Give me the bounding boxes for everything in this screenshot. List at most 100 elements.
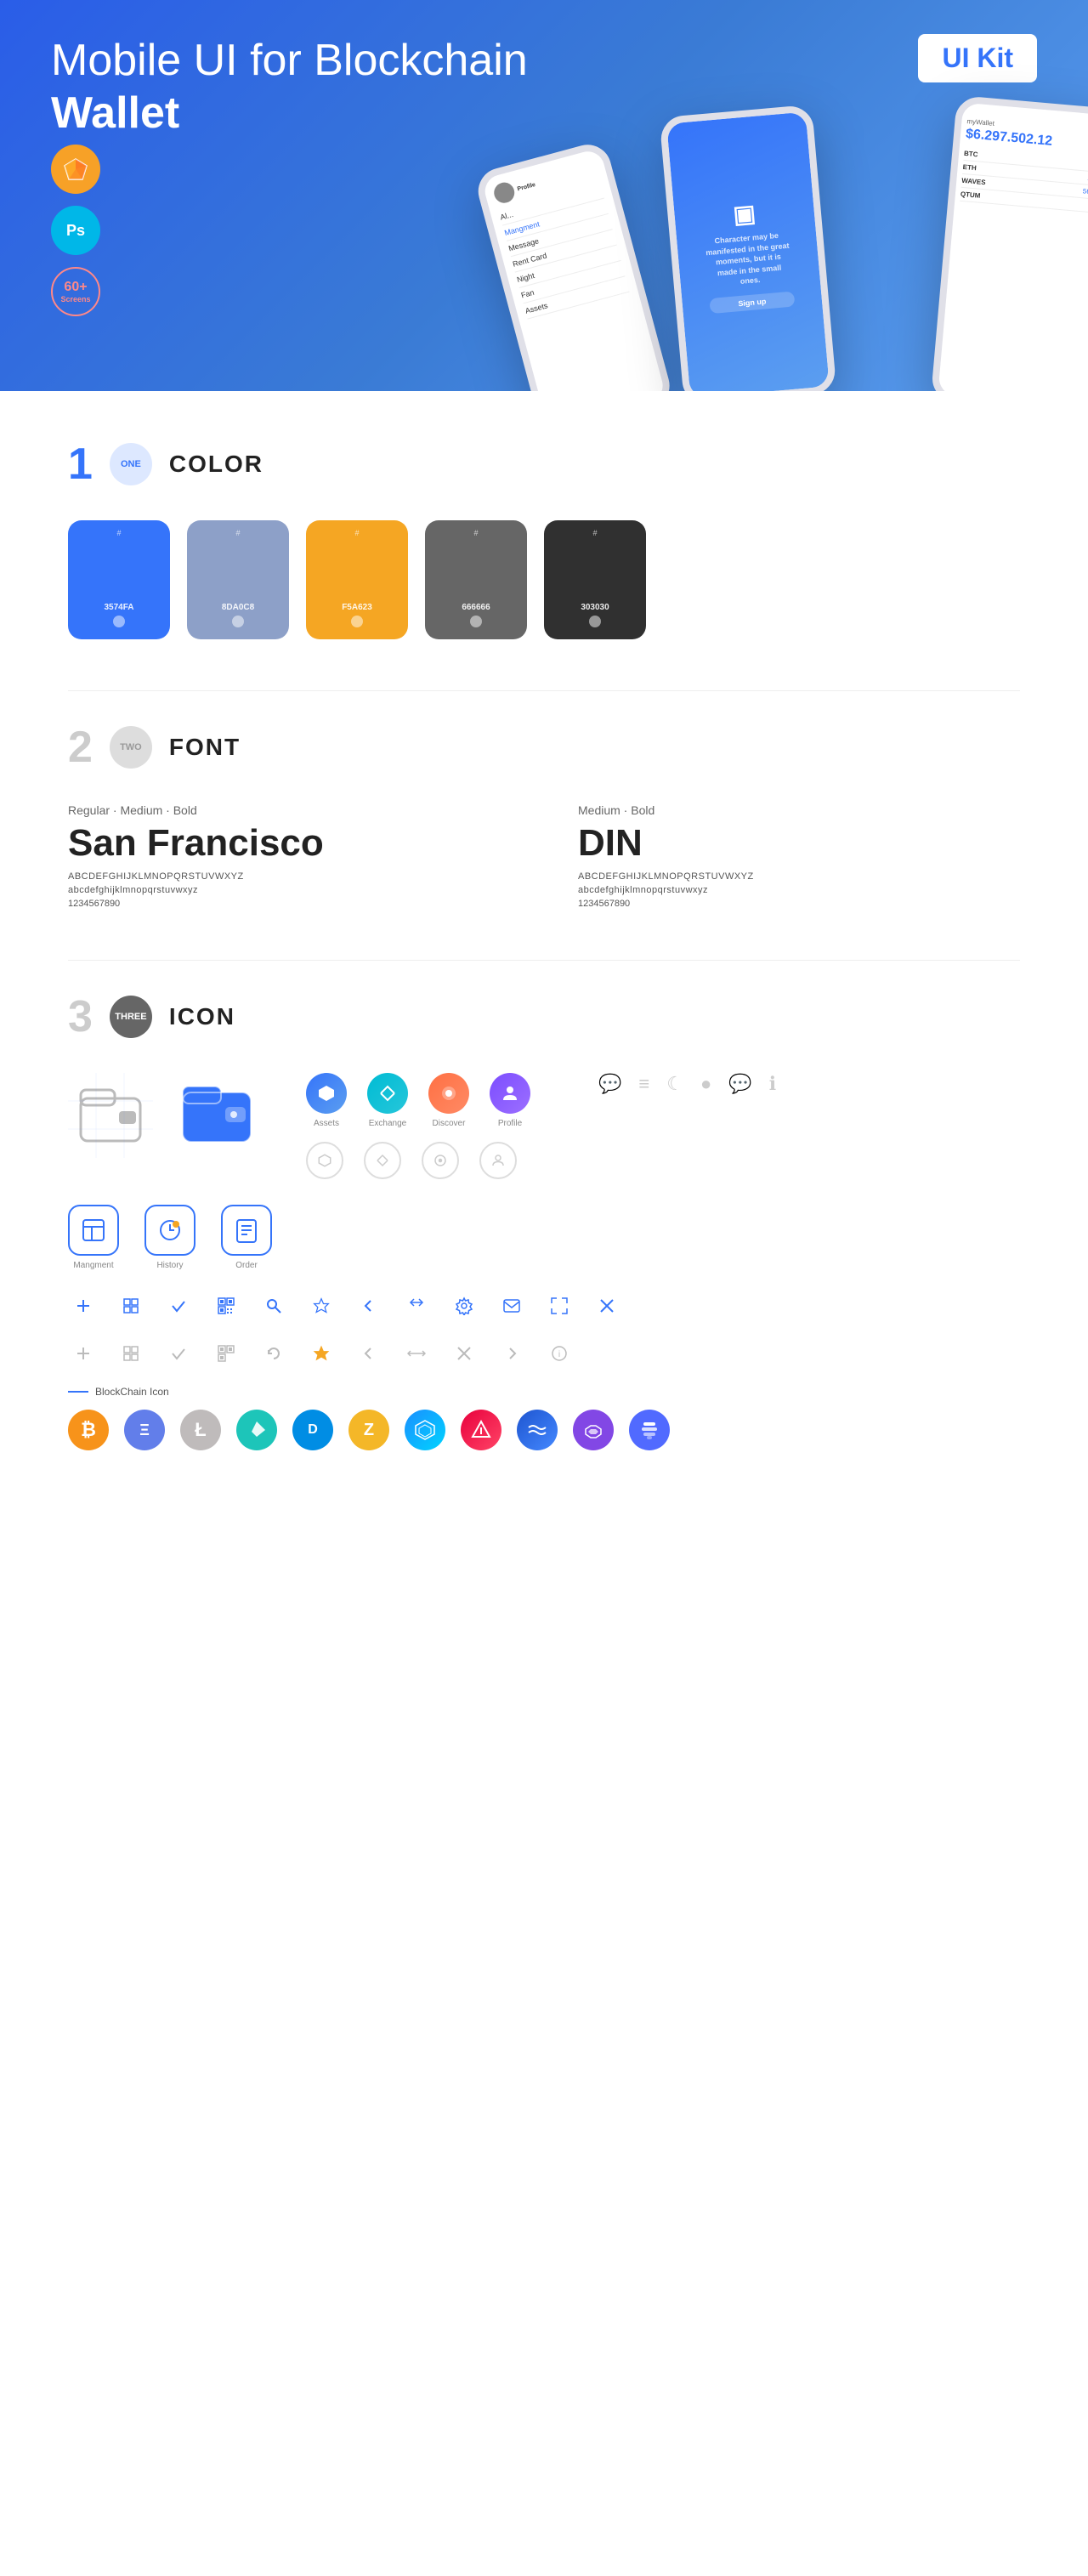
icon-exchange: Exchange bbox=[367, 1073, 408, 1128]
icon-order: Order bbox=[221, 1205, 272, 1270]
profile-icon-gray bbox=[479, 1142, 517, 1179]
profile-icon bbox=[490, 1073, 530, 1114]
swatch-dark: # 303030 bbox=[544, 520, 646, 639]
tool-star bbox=[306, 1291, 337, 1321]
stack-icon: ≡ bbox=[638, 1073, 649, 1095]
tool-share bbox=[401, 1291, 432, 1321]
divider-2 bbox=[68, 960, 1020, 961]
font-sf: Regular · Medium · Bold San Francisco AB… bbox=[68, 803, 510, 909]
misc-icons: 💬 ≡ ☾ ● 💬 ℹ bbox=[598, 1073, 776, 1095]
hero-title: Mobile UI for Blockchain Wallet bbox=[51, 34, 561, 140]
crypto-logos: ₿ Ξ Ł D Z bbox=[68, 1410, 1020, 1450]
swatch-blue: # 3574FA bbox=[68, 520, 170, 639]
wallet-filled-container bbox=[178, 1080, 255, 1152]
tool-arrows-gray bbox=[401, 1338, 432, 1369]
ethereum-logo: Ξ bbox=[124, 1410, 165, 1450]
tool-qr bbox=[211, 1291, 241, 1321]
tool-refresh-gray bbox=[258, 1338, 289, 1369]
font-din-label: Medium · Bold bbox=[578, 803, 1020, 817]
icon-history: History bbox=[144, 1205, 196, 1270]
swatch-orange: # F5A623 bbox=[306, 520, 408, 639]
history-icon bbox=[144, 1205, 196, 1256]
tool-star-gold bbox=[306, 1338, 337, 1369]
moon-icon: ☾ bbox=[666, 1073, 683, 1095]
misc-icons-row1: 💬 ≡ ☾ ● 💬 ℹ bbox=[598, 1073, 776, 1095]
speech-icon: 💬 bbox=[728, 1073, 751, 1095]
tool-icons-gray: i bbox=[68, 1338, 1020, 1369]
tool-send bbox=[496, 1291, 527, 1321]
nav-icons-gray bbox=[306, 1142, 530, 1179]
phone-right: + myWallet $6.297.502.12 BTC738... ETH12… bbox=[931, 95, 1088, 391]
assets-icon bbox=[306, 1073, 347, 1114]
icon-section-header: 3 THREE ICON bbox=[68, 995, 1020, 1039]
tool-plus-gray bbox=[68, 1338, 99, 1369]
font-sf-name: San Francisco bbox=[68, 822, 510, 865]
dash-logo: D bbox=[292, 1410, 333, 1450]
tool-plus bbox=[68, 1291, 99, 1321]
chat-icon: 💬 bbox=[598, 1073, 621, 1095]
tool-forward-gray bbox=[496, 1338, 527, 1369]
icon-profile: Profile bbox=[490, 1073, 530, 1128]
main-content: 1 ONE COLOR # 3574FA # 8DA0C8 # F5A623 #… bbox=[0, 391, 1088, 1501]
tool-check-gray bbox=[163, 1338, 194, 1369]
font-din-lower: abcdefghijklmnopqrstuvwxyz bbox=[578, 885, 1020, 895]
icon-title: ICON bbox=[169, 1003, 235, 1030]
tool-back bbox=[354, 1291, 384, 1321]
icon-main-row: Assets Exchange Discover bbox=[68, 1073, 1020, 1179]
band-logo bbox=[629, 1410, 670, 1450]
color-title: COLOR bbox=[169, 451, 264, 478]
sketch-badge bbox=[51, 145, 100, 194]
wallet-outline-container bbox=[68, 1073, 153, 1158]
tool-search bbox=[258, 1291, 289, 1321]
font-section: Regular · Medium · Bold San Francisco AB… bbox=[68, 803, 1020, 909]
color-swatches: # 3574FA # 8DA0C8 # F5A623 # 666666 # 30… bbox=[68, 520, 1020, 639]
tool-grid-gray bbox=[116, 1338, 146, 1369]
phone-left: Profile Al... Mangment Message Rent Card… bbox=[473, 139, 674, 391]
feathercoin-logo bbox=[236, 1410, 277, 1450]
tool-qr-gray bbox=[211, 1338, 241, 1369]
font-sf-numbers: 1234567890 bbox=[68, 899, 510, 909]
dot-icon: ● bbox=[700, 1073, 711, 1095]
font-title: FONT bbox=[169, 734, 241, 761]
assets-icon-gray bbox=[306, 1142, 343, 1179]
blockchain-line bbox=[68, 1391, 88, 1393]
font-din: Medium · Bold DIN ABCDEFGHIJKLMNOPQRSTUV… bbox=[578, 803, 1020, 909]
icon-discover: Discover bbox=[428, 1073, 469, 1128]
section-badge-three: THREE bbox=[110, 996, 152, 1038]
hero-section: Mobile UI for Blockchain Wallet UI Kit P… bbox=[0, 0, 1088, 391]
icon-management: Mangment bbox=[68, 1205, 119, 1270]
exchange-icon-gray bbox=[364, 1142, 401, 1179]
tool-check bbox=[163, 1291, 194, 1321]
nav-icons: Assets Exchange Discover bbox=[306, 1073, 530, 1179]
litecoin-logo: Ł bbox=[180, 1410, 221, 1450]
phone-center: ▣ Character may be manifested in the gre… bbox=[660, 105, 837, 391]
order-icon bbox=[221, 1205, 272, 1256]
ark-logo bbox=[461, 1410, 502, 1450]
swatch-gray-blue: # 8DA0C8 bbox=[187, 520, 289, 639]
divider-1 bbox=[68, 690, 1020, 691]
discover-icon bbox=[428, 1073, 469, 1114]
swatch-gray: # 666666 bbox=[425, 520, 527, 639]
svg-text:i: i bbox=[558, 1350, 560, 1359]
screens-badge: 60+ Screens bbox=[51, 267, 100, 316]
font-din-upper: ABCDEFGHIJKLMNOPQRSTUVWXYZ bbox=[578, 871, 1020, 882]
section-number-1: 1 bbox=[68, 442, 93, 486]
tool-close-gray bbox=[449, 1338, 479, 1369]
discover-icon-gray bbox=[422, 1142, 459, 1179]
section-badge-one: ONE bbox=[110, 443, 152, 485]
phone-mockups: Profile Al... Mangment Message Rent Card… bbox=[502, 94, 1088, 391]
blockchain-label: BlockChain Icon bbox=[68, 1386, 1020, 1398]
tool-close bbox=[592, 1291, 622, 1321]
color-section-header: 1 ONE COLOR bbox=[68, 442, 1020, 486]
section-number-3: 3 bbox=[68, 995, 93, 1039]
font-columns: Regular · Medium · Bold San Francisco AB… bbox=[68, 803, 1020, 909]
tool-info-gray: i bbox=[544, 1338, 575, 1369]
ps-badge: Ps bbox=[51, 206, 100, 255]
tool-settings bbox=[449, 1291, 479, 1321]
grid-logo bbox=[405, 1410, 445, 1450]
waves-logo bbox=[517, 1410, 558, 1450]
tool-expand bbox=[544, 1291, 575, 1321]
app-function-icons: Mangment History Order bbox=[68, 1205, 1020, 1270]
wallet-filled-icon bbox=[178, 1080, 255, 1148]
management-icon bbox=[68, 1205, 119, 1256]
